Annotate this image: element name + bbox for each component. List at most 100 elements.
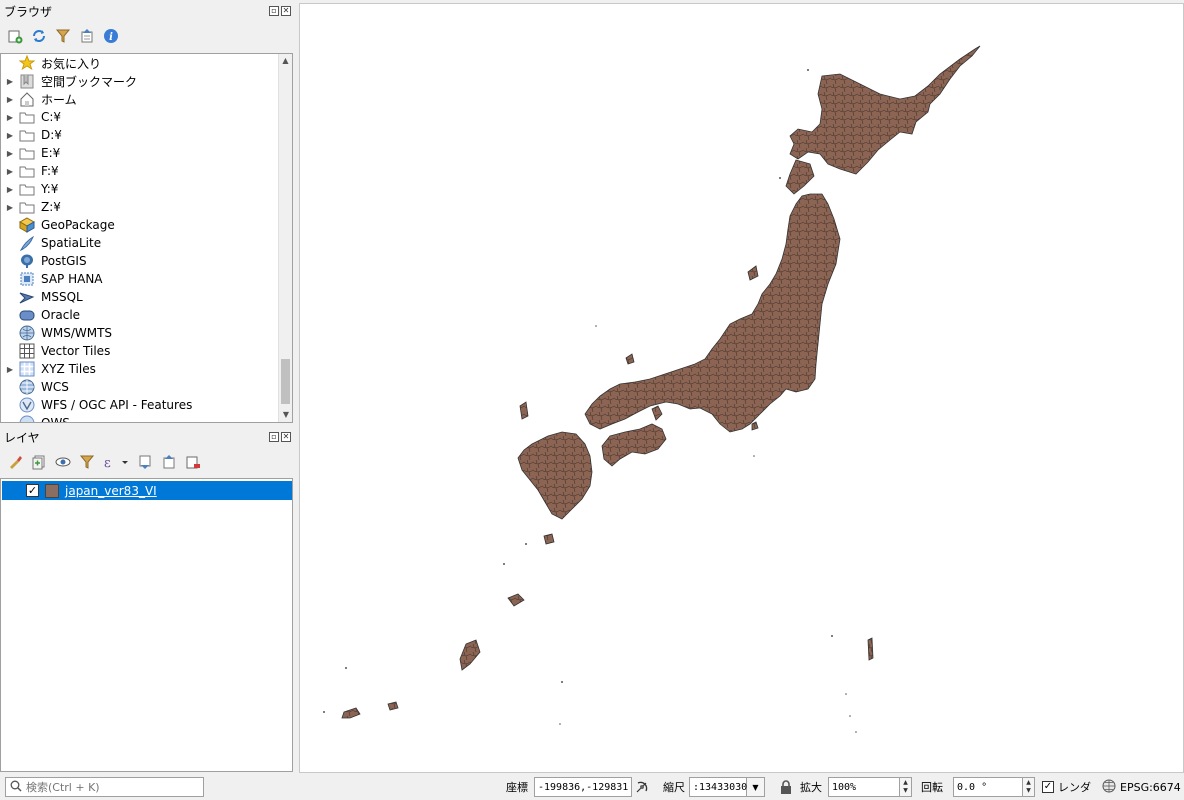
browser-item-label: D:¥ bbox=[41, 128, 62, 142]
remove-layer-icon[interactable] bbox=[184, 453, 202, 471]
style-brush-icon[interactable] bbox=[6, 453, 24, 471]
browser-item[interactable]: OWS bbox=[1, 414, 279, 423]
layers-toolbar: ε bbox=[0, 448, 295, 476]
magnifier-spinner[interactable]: ▲ ▼ bbox=[900, 777, 912, 797]
browser-item[interactable]: ▶ Y:¥ bbox=[1, 180, 279, 198]
add-group-icon[interactable] bbox=[30, 453, 48, 471]
layer-name[interactable]: japan_ver83_VI bbox=[65, 484, 157, 498]
expand-arrow-icon[interactable]: ▶ bbox=[3, 149, 17, 158]
honshu-shape bbox=[584, 193, 841, 433]
scale-field[interactable]: :13433030 bbox=[689, 777, 747, 797]
render-checkbox[interactable]: ✓ bbox=[1042, 781, 1054, 793]
lock-scale-icon[interactable] bbox=[779, 777, 793, 797]
browser-item[interactable]: SAP HANA bbox=[1, 270, 279, 288]
collapse-all-icon[interactable] bbox=[78, 27, 96, 45]
expand-all-icon[interactable] bbox=[136, 453, 154, 471]
expand-arrow-icon[interactable]: ▶ bbox=[3, 167, 17, 176]
visibility-eye-icon[interactable] bbox=[54, 453, 72, 471]
browser-item[interactable]: Vector Tiles bbox=[1, 342, 279, 360]
browser-item[interactable]: MSSQL bbox=[1, 288, 279, 306]
expand-arrow-icon[interactable]: ▶ bbox=[3, 185, 17, 194]
rotation-field[interactable]: 0.0 ° bbox=[953, 777, 1023, 797]
wms-icon bbox=[19, 325, 35, 341]
locator-search[interactable] bbox=[5, 777, 204, 797]
render-group: ✓ レンダ bbox=[1042, 777, 1091, 797]
tsushima-shape bbox=[519, 401, 529, 420]
scroll-down-icon[interactable]: ▼ bbox=[279, 408, 292, 422]
browser-item-label: Y:¥ bbox=[41, 182, 59, 196]
browser-item[interactable]: ▶ XYZ Tiles bbox=[1, 360, 279, 378]
coordinate-field[interactable]: -199836,-129831 bbox=[534, 777, 632, 797]
expand-arrow-icon[interactable]: ▶ bbox=[3, 95, 17, 104]
expand-arrow-icon[interactable]: ▶ bbox=[3, 365, 17, 374]
toggle-extents-icon[interactable] bbox=[634, 777, 650, 797]
browser-item[interactable]: WFS / OGC API - Features bbox=[1, 396, 279, 414]
browser-item[interactable]: お気に入り bbox=[1, 54, 279, 72]
browser-item[interactable]: ▶ Z:¥ bbox=[1, 198, 279, 216]
expand-arrow-icon[interactable]: ▶ bbox=[3, 77, 17, 86]
expand-arrow-icon[interactable]: ▶ bbox=[3, 203, 17, 212]
browser-item-label: F:¥ bbox=[41, 164, 59, 178]
globe-icon bbox=[1102, 779, 1116, 796]
browser-item[interactable]: ▶ C:¥ bbox=[1, 108, 279, 126]
browser-item-label: OWS bbox=[41, 416, 70, 423]
chevron-down-icon[interactable]: ▼ bbox=[747, 777, 765, 797]
close-panel-button[interactable]: ✕ bbox=[281, 6, 291, 16]
layer-visibility-checkbox[interactable]: ✓ bbox=[26, 484, 39, 497]
float-panel-button[interactable]: ▫ bbox=[269, 6, 279, 16]
collapse-all-layers-icon[interactable] bbox=[160, 453, 178, 471]
browser-item[interactable]: GeoPackage bbox=[1, 216, 279, 234]
refresh-icon[interactable] bbox=[30, 27, 48, 45]
filter-legend-icon[interactable] bbox=[78, 453, 96, 471]
layer-row[interactable]: ✓ japan_ver83_VI bbox=[2, 481, 292, 500]
ows-icon bbox=[19, 415, 35, 422]
info-icon[interactable]: i bbox=[102, 27, 120, 45]
browser-item[interactable]: ▶ E:¥ bbox=[1, 144, 279, 162]
browser-tree[interactable]: お気に入り ▶ 空間ブックマーク ▶ ホーム ▶ C:¥ ▶ D:¥ ▶ E:¥ ▶ F:¥ ▶ Y:¥ ▶ Z… bbox=[0, 53, 293, 423]
browser-scrollbar[interactable]: ▲ ▼ bbox=[278, 54, 292, 422]
ishigaki-shape bbox=[341, 707, 361, 719]
rotation-spinner[interactable]: ▲ ▼ bbox=[1023, 777, 1035, 797]
expand-arrow-icon[interactable]: ▶ bbox=[3, 113, 17, 122]
browser-item[interactable]: ▶ 空間ブックマーク bbox=[1, 72, 279, 90]
crs-label[interactable]: EPSG:6674 bbox=[1120, 781, 1181, 794]
float-panel-button[interactable]: ▫ bbox=[269, 432, 279, 442]
rotation-group: 回転 0.0 ° ▲ ▼ bbox=[921, 777, 1035, 797]
browser-item-label: WMS/WMTS bbox=[41, 326, 113, 340]
search-input[interactable] bbox=[26, 780, 196, 794]
bookmark-icon bbox=[19, 73, 35, 89]
crs-group[interactable]: EPSG:6674 bbox=[1102, 777, 1181, 797]
map-canvas[interactable] bbox=[299, 3, 1184, 773]
render-label: レンダ bbox=[1058, 781, 1091, 794]
expand-arrow-icon[interactable]: ▶ bbox=[3, 131, 17, 140]
browser-item[interactable]: WMS/WMTS bbox=[1, 324, 279, 342]
layers-panel: レイヤ ▫ ✕ ε ✓ japan_ver83_VI bbox=[0, 426, 295, 772]
magnifier-group: 拡大 100% ▲ ▼ bbox=[800, 777, 912, 797]
scroll-thumb[interactable] bbox=[281, 359, 290, 404]
add-selected-layers-icon[interactable] bbox=[6, 27, 24, 45]
hokkaido-shape bbox=[789, 45, 981, 175]
browser-item[interactable]: Oracle bbox=[1, 306, 279, 324]
filter-icon[interactable] bbox=[54, 27, 72, 45]
kyushu-shape bbox=[517, 431, 593, 520]
filter-expression-icon[interactable]: ε bbox=[102, 453, 130, 471]
browser-item-label: SpatiaLite bbox=[41, 236, 102, 250]
browser-panel-header: ブラウザ ▫ ✕ bbox=[0, 0, 295, 22]
browser-item[interactable]: ▶ F:¥ bbox=[1, 162, 279, 180]
layer-tree[interactable]: ✓ japan_ver83_VI bbox=[0, 478, 293, 772]
amami-shape bbox=[507, 593, 525, 607]
browser-item-label: WFS / OGC API - Features bbox=[41, 398, 193, 412]
hachijo-shape bbox=[751, 421, 759, 431]
browser-item-label: Oracle bbox=[41, 308, 81, 322]
browser-item[interactable]: WCS bbox=[1, 378, 279, 396]
scroll-up-icon[interactable]: ▲ bbox=[279, 54, 292, 68]
browser-item[interactable]: SpatiaLite bbox=[1, 234, 279, 252]
magnifier-field[interactable]: 100% bbox=[828, 777, 900, 797]
layer-symbol-swatch[interactable] bbox=[45, 483, 59, 498]
browser-item-label: MSSQL bbox=[41, 290, 83, 304]
close-panel-button[interactable]: ✕ bbox=[281, 432, 291, 442]
browser-panel: ブラウザ ▫ ✕ i お気に入り ▶ 空間ブックマーク ▶ ホーム ▶ C:¥ … bbox=[0, 0, 295, 424]
browser-item[interactable]: ▶ D:¥ bbox=[1, 126, 279, 144]
browser-item[interactable]: ▶ ホーム bbox=[1, 90, 279, 108]
browser-item[interactable]: PostGIS bbox=[1, 252, 279, 270]
